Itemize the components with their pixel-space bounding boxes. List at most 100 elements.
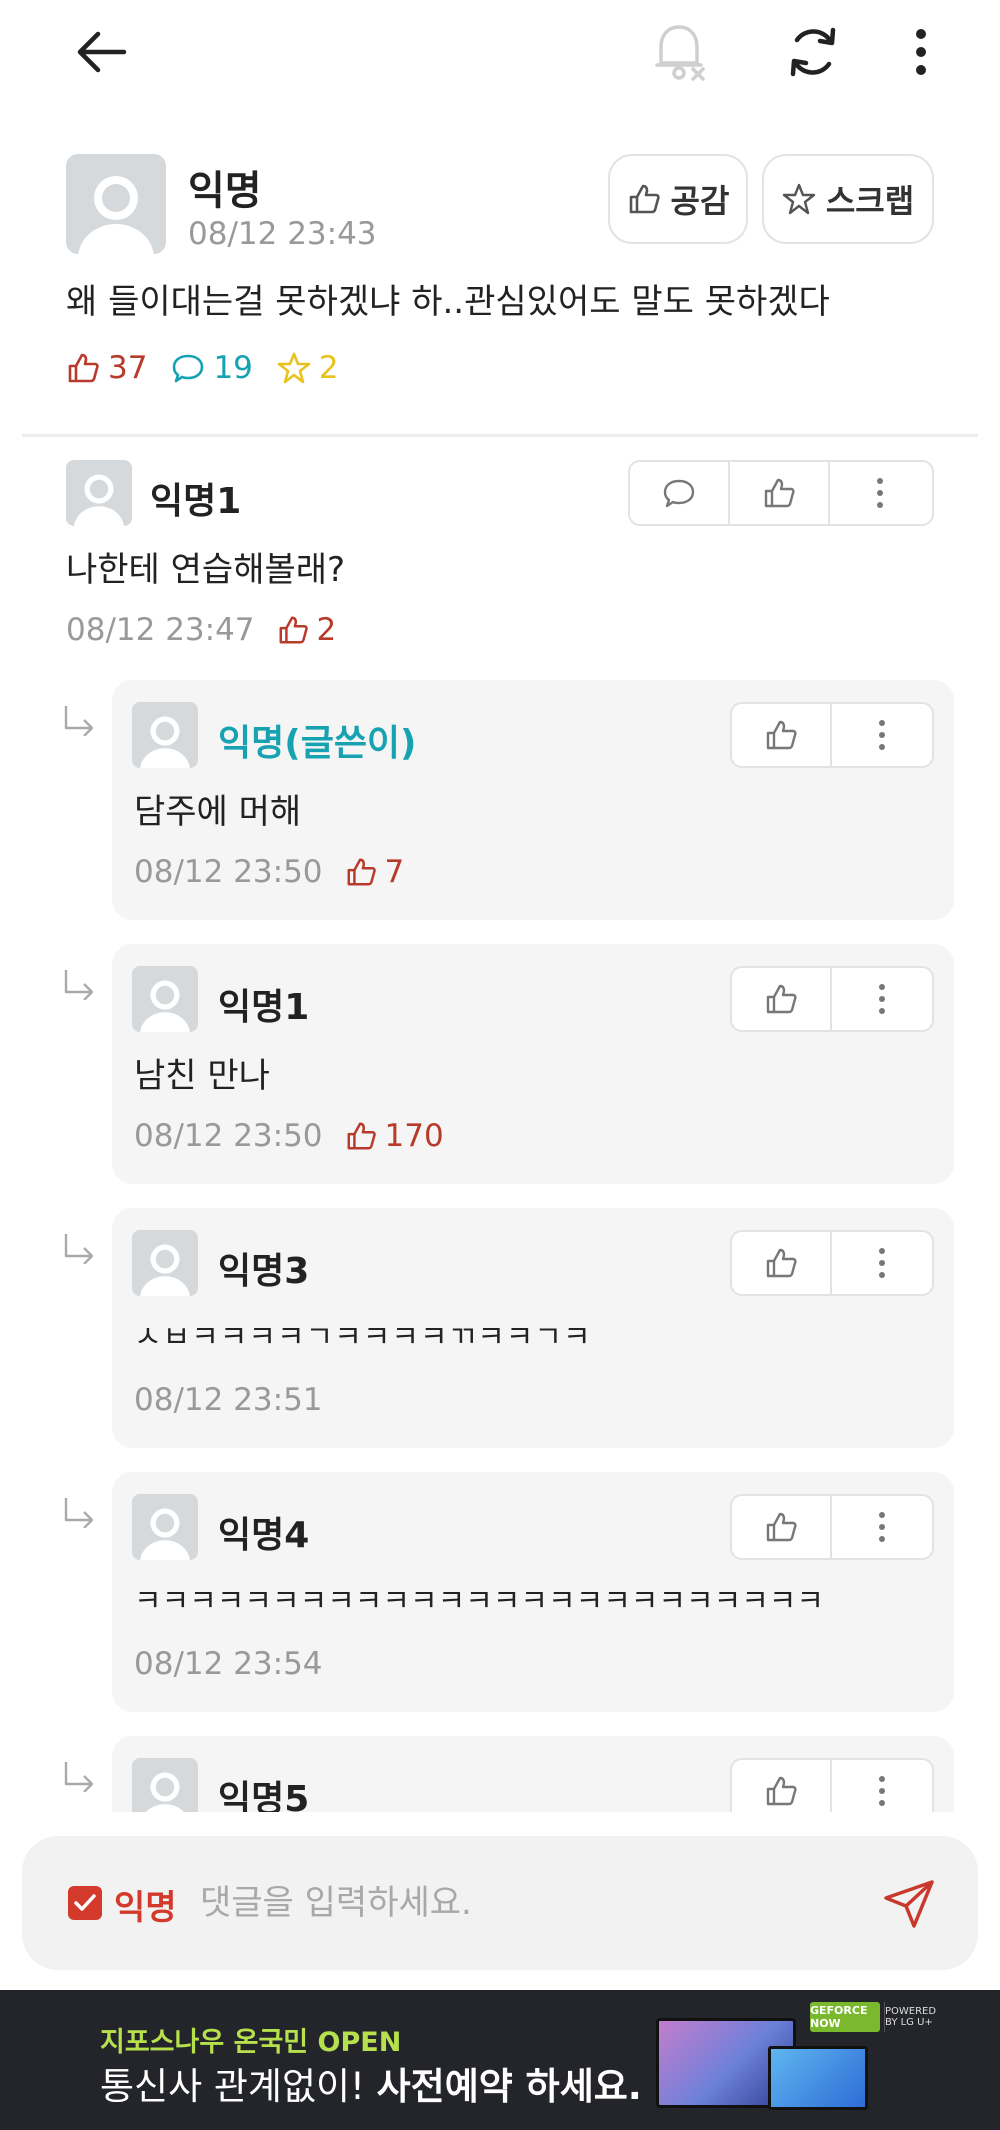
reply-actions	[730, 1230, 934, 1296]
comment-scroll-area[interactable]: 익명 08/12 23:43 공감 스크랩 왜 들이대는걸 못하겠냐 하..관심…	[0, 0, 1000, 1812]
thumbs-up-icon	[629, 184, 660, 214]
reply-like-button[interactable]	[732, 1760, 832, 1812]
send-icon	[884, 1880, 934, 1928]
reply-more-button[interactable]	[832, 1232, 932, 1294]
reply-author: 익명3	[218, 1251, 310, 1292]
more-vertical-icon	[879, 720, 885, 750]
reply-time: 08/12 23:54	[134, 1646, 323, 1682]
reply-more-button[interactable]	[832, 1760, 932, 1812]
thumbs-up-icon	[279, 616, 308, 644]
reply-actions	[730, 1758, 934, 1812]
scrap-count: 2	[277, 350, 339, 386]
avatar	[132, 966, 198, 1032]
reply-button[interactable]	[630, 462, 730, 524]
comment-like-count: 2	[316, 612, 337, 648]
reply-more-button[interactable]	[832, 704, 932, 766]
post-stats: 37 19 2	[66, 350, 339, 386]
ad-subline-bold: 사전예약 하세요.	[376, 2065, 642, 2108]
more-vertical-icon	[879, 1248, 885, 1278]
avatar	[132, 702, 198, 768]
comment-actions	[628, 460, 934, 526]
post-time: 08/12 23:43	[188, 216, 377, 252]
ad-banner[interactable]: 지포스나우 온국민 OPEN 통신사 관계없이! 사전예약 하세요. GEFOR…	[0, 1990, 1000, 2130]
reply-arrow-icon	[62, 1496, 96, 1532]
star-icon	[782, 183, 816, 215]
reply-arrow-icon	[62, 968, 96, 1004]
reply-item: 익명3 ㅅㅂㅋㅋㅋㅋㄱㅋㅋㅋㅋㄲㅋㅋㄱㅋ 08/12 23:51	[112, 1208, 954, 1448]
reply-arrow-icon	[62, 1760, 96, 1796]
thumbs-up-icon	[766, 720, 797, 750]
empathy-button[interactable]: 공감	[608, 154, 748, 244]
reply-item: 익명1 남친 만나 08/12 23:50 170	[112, 944, 954, 1184]
reply-item: 익명4 ㅋㅋㅋㅋㅋㅋㅋㅋㅋㅋㅋㅋㅋㅋㅋㅋㅋㅋㅋㅋㅋㅋㅋㅋㅋ 08/12 23:5…	[112, 1472, 954, 1712]
reply-time: 08/12 23:50	[134, 1118, 323, 1154]
thumbs-up-icon	[68, 353, 99, 383]
post-body: 왜 들이대는걸 못하겠냐 하..관심있어도 말도 못하겠다	[66, 282, 830, 322]
reply-actions	[730, 966, 934, 1032]
reply-meta: 08/12 23:50 7	[134, 854, 404, 890]
comment-count: 19	[171, 350, 253, 386]
reply-time: 08/12 23:50	[134, 854, 323, 890]
reply-like-button[interactable]	[732, 704, 832, 766]
reply-more-button[interactable]	[832, 1496, 932, 1558]
thumbs-up-icon	[764, 478, 795, 508]
reply-like-count: 170	[384, 1118, 444, 1154]
ad-subline: 통신사 관계없이! 사전예약 하세요.	[100, 2056, 642, 2110]
thumbs-up-icon	[766, 1248, 797, 1278]
reply-arrow-icon	[62, 704, 96, 740]
comment-likes: 2	[277, 612, 337, 648]
reply-like-button[interactable]	[732, 1232, 832, 1294]
check-icon	[74, 1894, 96, 1911]
reply-like-count: 7	[384, 854, 405, 890]
like-count: 37	[66, 350, 147, 386]
comment-like-button[interactable]	[730, 462, 830, 524]
reply-text: 담주에 머해	[134, 792, 302, 832]
reply-likes: 7	[345, 854, 405, 890]
reply-meta: 08/12 23:54	[134, 1646, 323, 1682]
reply-item: 익명(글쓴이) 담주에 머해 08/12 23:50 7	[112, 680, 954, 920]
more-vertical-icon	[879, 1776, 885, 1806]
reply-actions	[730, 1494, 934, 1560]
reply-like-button[interactable]	[732, 1496, 832, 1558]
comment-count-value: 19	[213, 350, 253, 386]
reply-like-button[interactable]	[732, 968, 832, 1030]
comment-text: 나한테 연습해볼래?	[66, 550, 346, 590]
reply-item: 익명5	[112, 1736, 954, 1812]
reply-text: ㅋㅋㅋㅋㅋㅋㅋㅋㅋㅋㅋㅋㅋㅋㅋㅋㅋㅋㅋㅋㅋㅋㅋㅋㅋ	[134, 1584, 824, 1619]
reply-author: 익명(글쓴이)	[218, 723, 417, 764]
divider	[22, 434, 978, 437]
reply-actions	[730, 702, 934, 768]
reply-time: 08/12 23:51	[134, 1382, 323, 1418]
send-button[interactable]	[882, 1876, 938, 1936]
anonymous-checkbox[interactable]	[68, 1886, 102, 1920]
reply-arrow-icon	[62, 1232, 96, 1268]
reply-author: 익명1	[218, 987, 310, 1028]
comment-meta: 08/12 23:47 2	[66, 612, 336, 648]
comment-more-button[interactable]	[830, 462, 930, 524]
post-author: 익명	[188, 168, 262, 214]
avatar	[132, 1494, 198, 1560]
avatar	[132, 1758, 198, 1812]
reply-author: 익명5	[218, 1779, 310, 1812]
avatar	[66, 154, 166, 254]
avatar	[132, 1230, 198, 1296]
comment-author: 익명1	[150, 481, 242, 522]
thumbs-up-icon	[347, 1122, 376, 1150]
scrap-button[interactable]: 스크랩	[762, 154, 934, 244]
thumbs-up-icon	[766, 1776, 797, 1806]
anonymous-label[interactable]: 익명	[114, 1880, 177, 1929]
ad-subline-prefix: 통신사 관계없이!	[100, 2065, 377, 2108]
thumbs-up-icon	[347, 858, 376, 886]
thumbs-up-icon	[766, 1512, 797, 1542]
comment-time: 08/12 23:47	[66, 612, 255, 648]
scrap-label: 스크랩	[825, 182, 915, 220]
star-icon	[277, 352, 311, 384]
more-vertical-icon	[879, 984, 885, 1014]
comment-input[interactable]	[200, 1870, 840, 1936]
reply-likes: 170	[345, 1118, 444, 1154]
reply-more-button[interactable]	[832, 968, 932, 1030]
speech-bubble-icon	[173, 354, 204, 383]
scrap-count-value: 2	[318, 350, 339, 386]
comment-input-bar: 익명	[22, 1836, 978, 1970]
ad-laptop-image	[768, 2046, 868, 2110]
